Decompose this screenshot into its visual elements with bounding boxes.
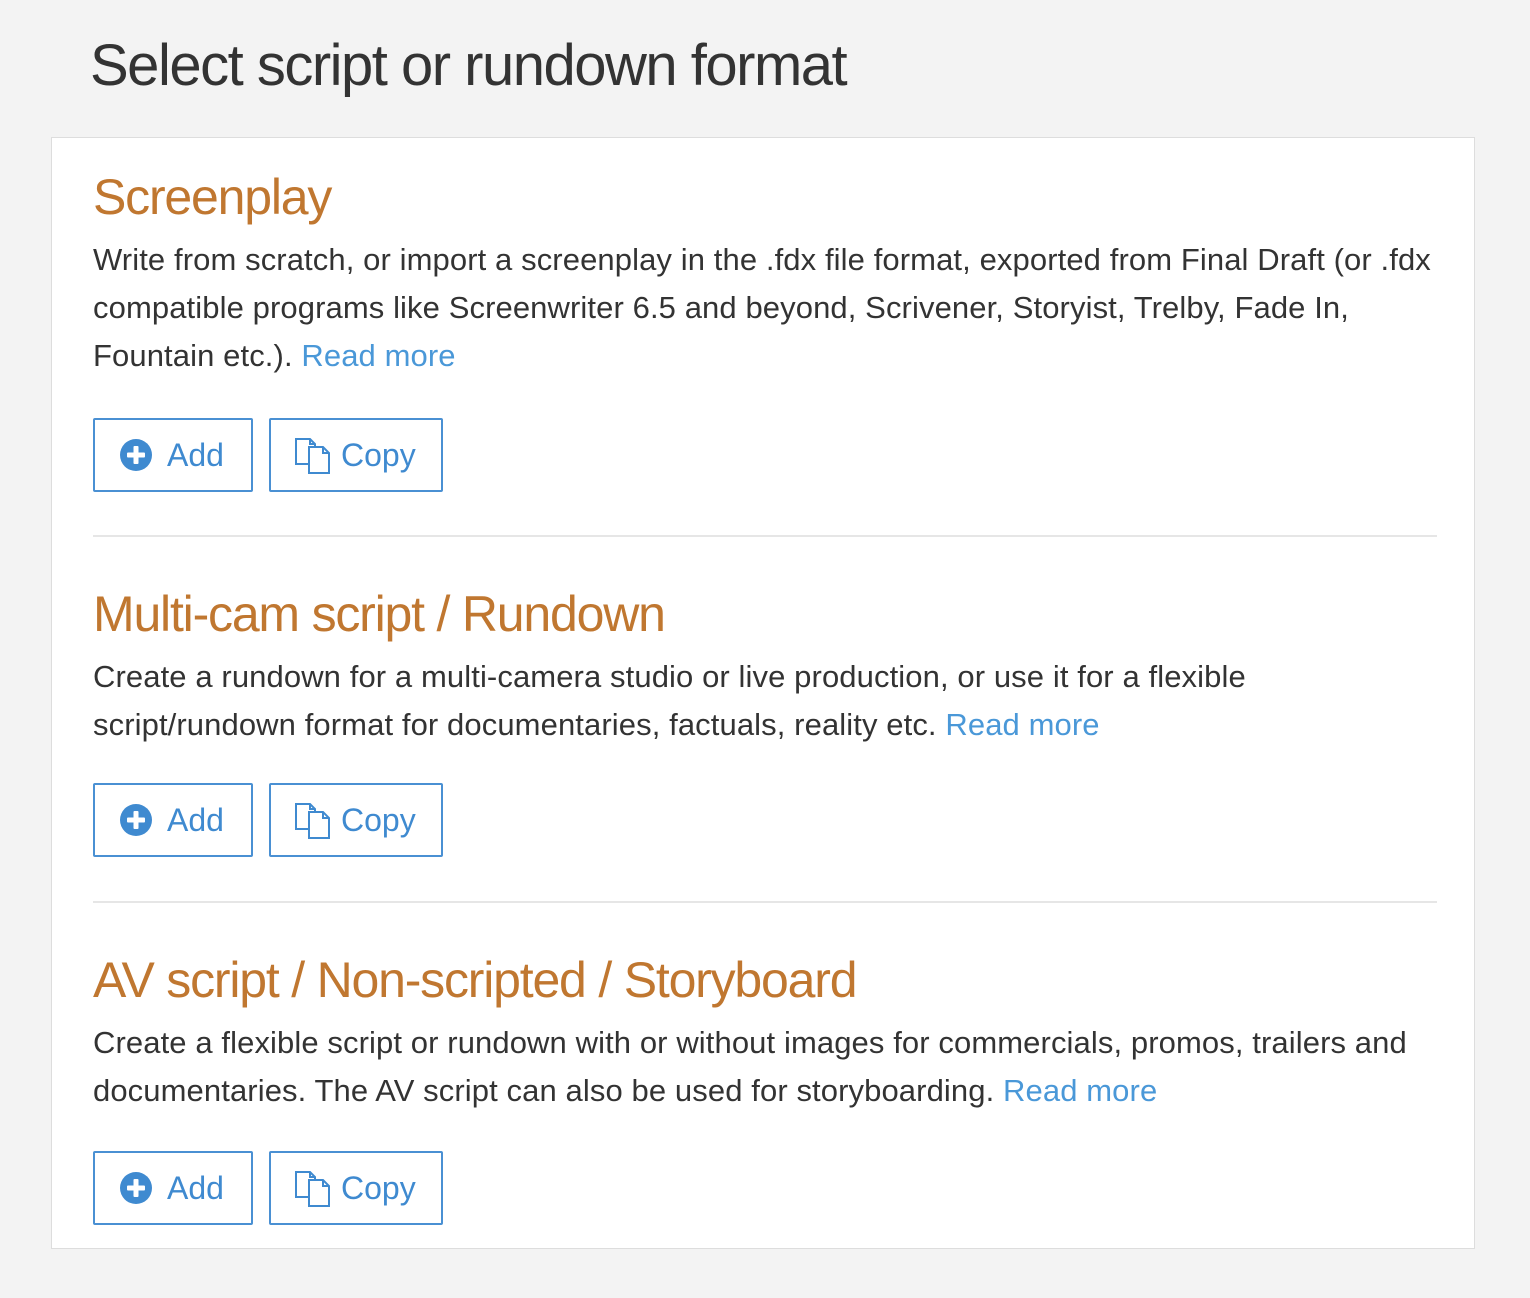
format-list-card: Screenplay Write from scratch, or import… — [51, 137, 1475, 1249]
add-button-label: Add — [167, 436, 224, 473]
copy-icon — [293, 800, 333, 840]
add-button[interactable]: Add — [93, 1151, 253, 1225]
section-title: AV script / Non-scripted / Storyboard — [93, 952, 858, 1008]
section-description: Write from scratch, or import a screenpl… — [93, 236, 1437, 380]
copy-button-label: Copy — [341, 801, 416, 838]
section-divider — [93, 901, 1437, 903]
plus-circle-icon — [119, 1171, 153, 1205]
button-row: Add Copy — [93, 783, 1437, 857]
format-section-multicam: Multi-cam script / Rundown Create a rund… — [93, 583, 1437, 857]
copy-button[interactable]: Copy — [269, 1151, 443, 1225]
read-more-link[interactable]: Read more — [301, 338, 455, 373]
read-more-link[interactable]: Read more — [1003, 1073, 1157, 1108]
format-section-av-script: AV script / Non-scripted / Storyboard Cr… — [93, 949, 1437, 1225]
button-row: Add Copy — [93, 418, 1437, 492]
copy-button[interactable]: Copy — [269, 418, 443, 492]
copy-icon — [293, 1168, 333, 1208]
copy-icon — [293, 435, 333, 475]
description-text: Create a flexible script or rundown with… — [93, 1025, 1407, 1108]
copy-button-label: Copy — [341, 1169, 416, 1206]
plus-circle-icon — [119, 438, 153, 472]
plus-circle-icon — [119, 803, 153, 837]
add-button[interactable]: Add — [93, 418, 253, 492]
button-row: Add Copy — [93, 1151, 1437, 1225]
section-title: Multi-cam script / Rundown — [93, 586, 666, 642]
add-button-label: Add — [167, 801, 224, 838]
section-description: Create a flexible script or rundown with… — [93, 1019, 1437, 1115]
section-divider — [93, 535, 1437, 537]
add-button-label: Add — [167, 1169, 224, 1206]
description-text: Write from scratch, or import a screenpl… — [93, 242, 1431, 373]
format-section-screenplay: Screenplay Write from scratch, or import… — [93, 166, 1437, 492]
add-button[interactable]: Add — [93, 783, 253, 857]
copy-button[interactable]: Copy — [269, 783, 443, 857]
read-more-link[interactable]: Read more — [945, 707, 1099, 742]
copy-button-label: Copy — [341, 436, 416, 473]
section-title: Screenplay — [93, 169, 332, 225]
page-title: Select script or rundown format — [90, 33, 848, 98]
section-description: Create a rundown for a multi-camera stud… — [93, 653, 1437, 749]
